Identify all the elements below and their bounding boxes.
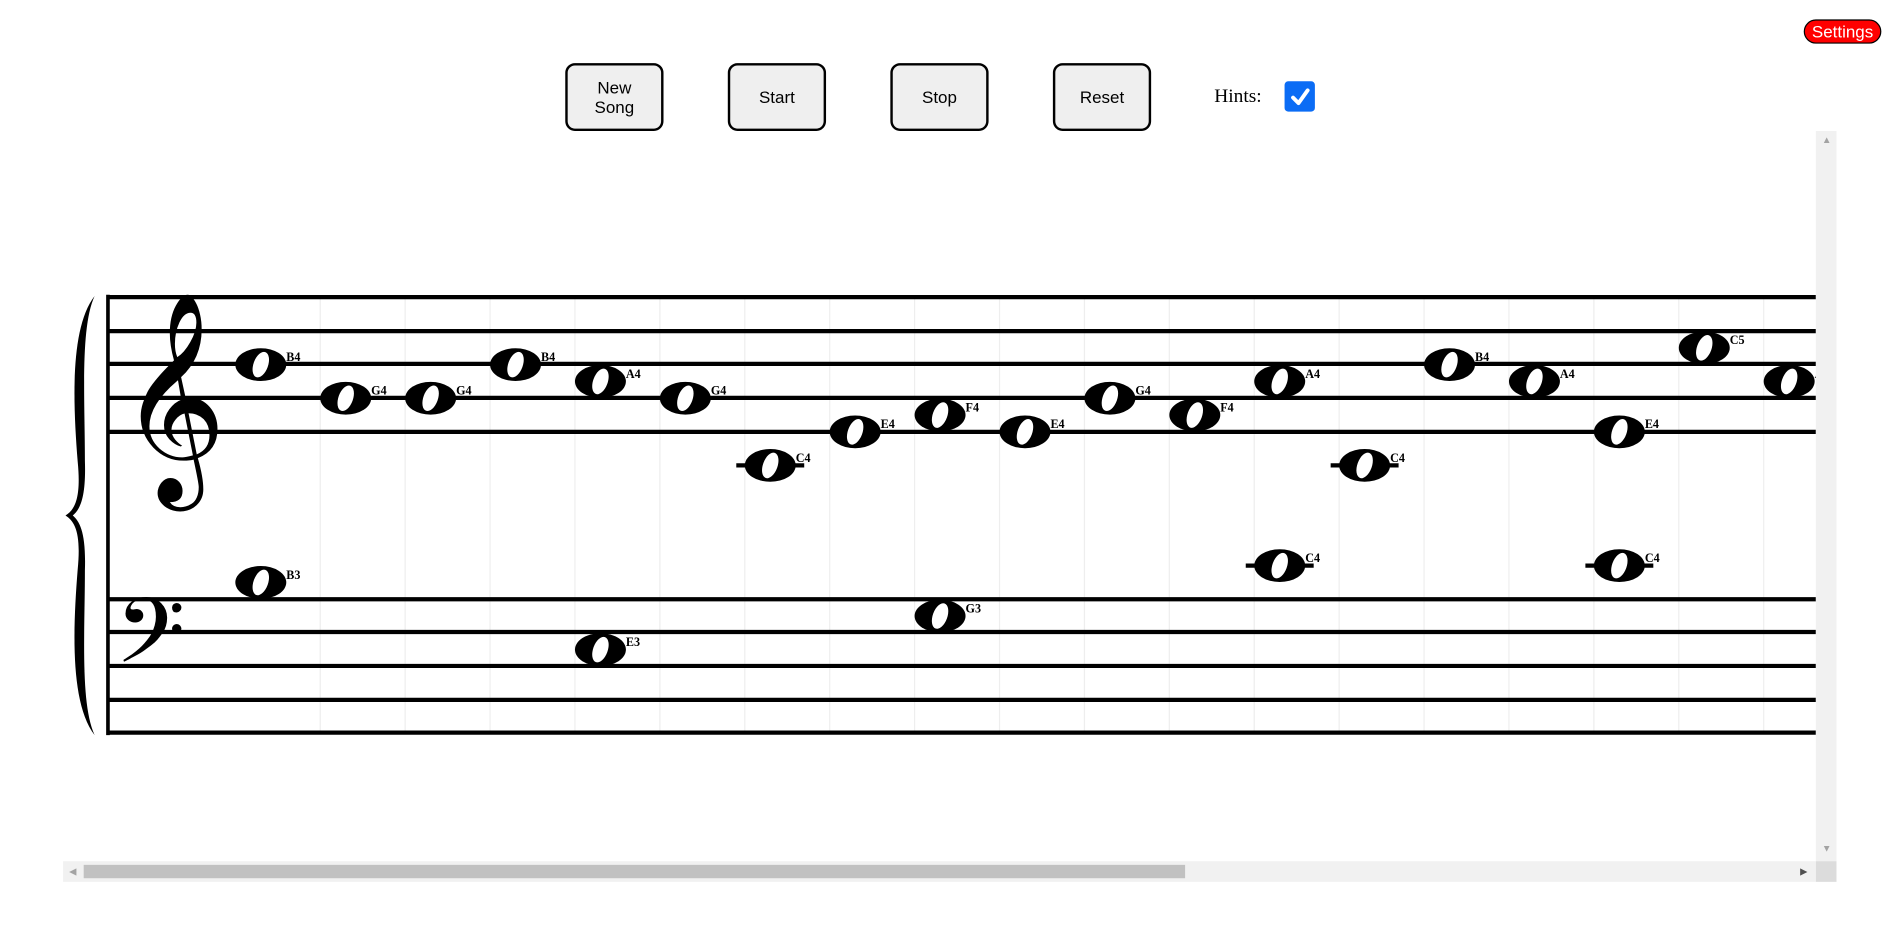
note-hint-label: G3 xyxy=(966,601,982,615)
treble-clef-icon: 𝄞 xyxy=(119,290,227,512)
note-hint-label: E4 xyxy=(1050,417,1064,431)
note-hint-label: F4 xyxy=(966,400,979,414)
note-treble: C5 xyxy=(1678,331,1745,365)
horizontal-scrollbar[interactable]: ◀ ▶ xyxy=(63,861,1816,882)
note-treble: A4 xyxy=(574,365,641,398)
brace xyxy=(65,295,95,736)
note-hint-label: G4 xyxy=(711,384,727,398)
note-treble: C4 xyxy=(1330,449,1405,482)
note-hint-label: E3 xyxy=(626,635,640,649)
note-hint-label: E4 xyxy=(1645,417,1659,431)
checkmark-icon xyxy=(1290,87,1309,105)
note-hint-label: B3 xyxy=(286,568,300,582)
note-hint-label: B4 xyxy=(286,350,300,364)
note-hint-label: C4 xyxy=(1390,451,1405,465)
note-treble: A4 xyxy=(1508,365,1575,398)
note-bass: G3 xyxy=(914,599,982,633)
note-hint-label: A4 xyxy=(1305,367,1320,381)
note-bass: C4 xyxy=(1245,549,1320,582)
score-viewport[interactable]: 𝄞𝄢B4G4G4B4A4G4C4E4F4E4G4F4A4C4B4A4E4C5A4… xyxy=(63,131,1836,882)
note-hint-label: B4 xyxy=(541,350,555,364)
new-song-button[interactable]: New Song xyxy=(565,63,664,132)
note-hint-label: E4 xyxy=(881,417,895,431)
note-bass: C4 xyxy=(1585,549,1660,582)
note-hint-label: C4 xyxy=(796,451,811,465)
note-hint-label: F4 xyxy=(1220,400,1233,414)
note-hint-label: A4 xyxy=(1560,367,1575,381)
scroll-right-arrow-icon[interactable]: ▶ xyxy=(1800,866,1807,877)
start-button[interactable]: Start xyxy=(727,63,827,132)
settings-button[interactable]: Settings xyxy=(1803,19,1882,44)
note-hint-label: C4 xyxy=(1305,551,1320,565)
scroll-down-arrow-icon[interactable]: ▼ xyxy=(1822,843,1832,854)
note-bass: E3 xyxy=(574,633,640,666)
note-hint-label: G4 xyxy=(371,384,387,398)
scrollbar-corner xyxy=(1815,861,1837,882)
note-treble: C4 xyxy=(736,449,811,482)
note-hint-label: C5 xyxy=(1730,333,1745,347)
reset-button[interactable]: Reset xyxy=(1052,63,1152,132)
hints-checkbox[interactable] xyxy=(1284,81,1315,112)
note-treble: A4 xyxy=(1254,365,1320,398)
new-song-line1: New xyxy=(597,77,632,98)
grand-staff: 𝄞𝄢B4G4G4B4A4G4C4E4F4E4G4F4A4C4B4A4E4C5A4… xyxy=(65,290,1829,736)
horizontal-scroll-thumb[interactable] xyxy=(83,864,1186,879)
new-song-line2: Song xyxy=(594,97,635,117)
note-hint-label: B4 xyxy=(1475,350,1489,364)
new-song-label: New Song xyxy=(595,78,635,117)
note-hint-label: G4 xyxy=(456,384,472,398)
note-hint-label: G4 xyxy=(1135,384,1151,398)
note-bass: B3 xyxy=(235,566,300,599)
vertical-scrollbar[interactable]: ▲ ▼ xyxy=(1815,131,1837,862)
stop-button[interactable]: Stop xyxy=(890,63,989,132)
bass-clef-icon: 𝄢 xyxy=(115,578,185,705)
scroll-left-arrow-icon[interactable]: ◀ xyxy=(69,866,76,877)
note-treble: F4 xyxy=(914,398,979,432)
note-treble: F4 xyxy=(1169,398,1234,432)
note-hint-label: A4 xyxy=(626,367,641,381)
note-hint-label: C4 xyxy=(1645,551,1660,565)
hints-label: Hints: xyxy=(1214,86,1262,107)
scroll-up-arrow-icon[interactable]: ▲ xyxy=(1822,135,1832,146)
app: Settings New Song Start Stop Reset Hints:… xyxy=(0,0,1902,930)
